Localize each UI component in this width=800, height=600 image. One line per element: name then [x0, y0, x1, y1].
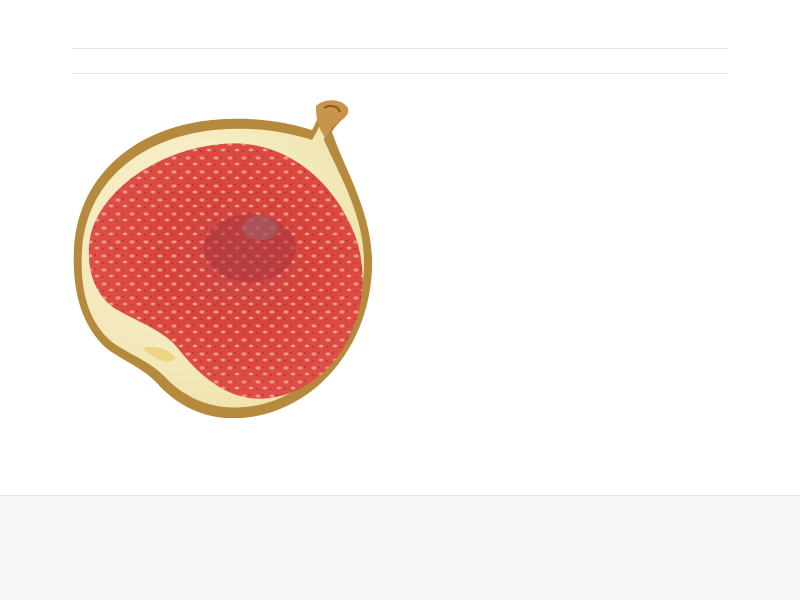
- page: [0, 0, 800, 600]
- fig-image: [73, 100, 373, 418]
- main-content: [72, 74, 728, 495]
- header-area: [72, 0, 728, 74]
- header-divider-top: [72, 48, 728, 49]
- footer: [0, 495, 800, 600]
